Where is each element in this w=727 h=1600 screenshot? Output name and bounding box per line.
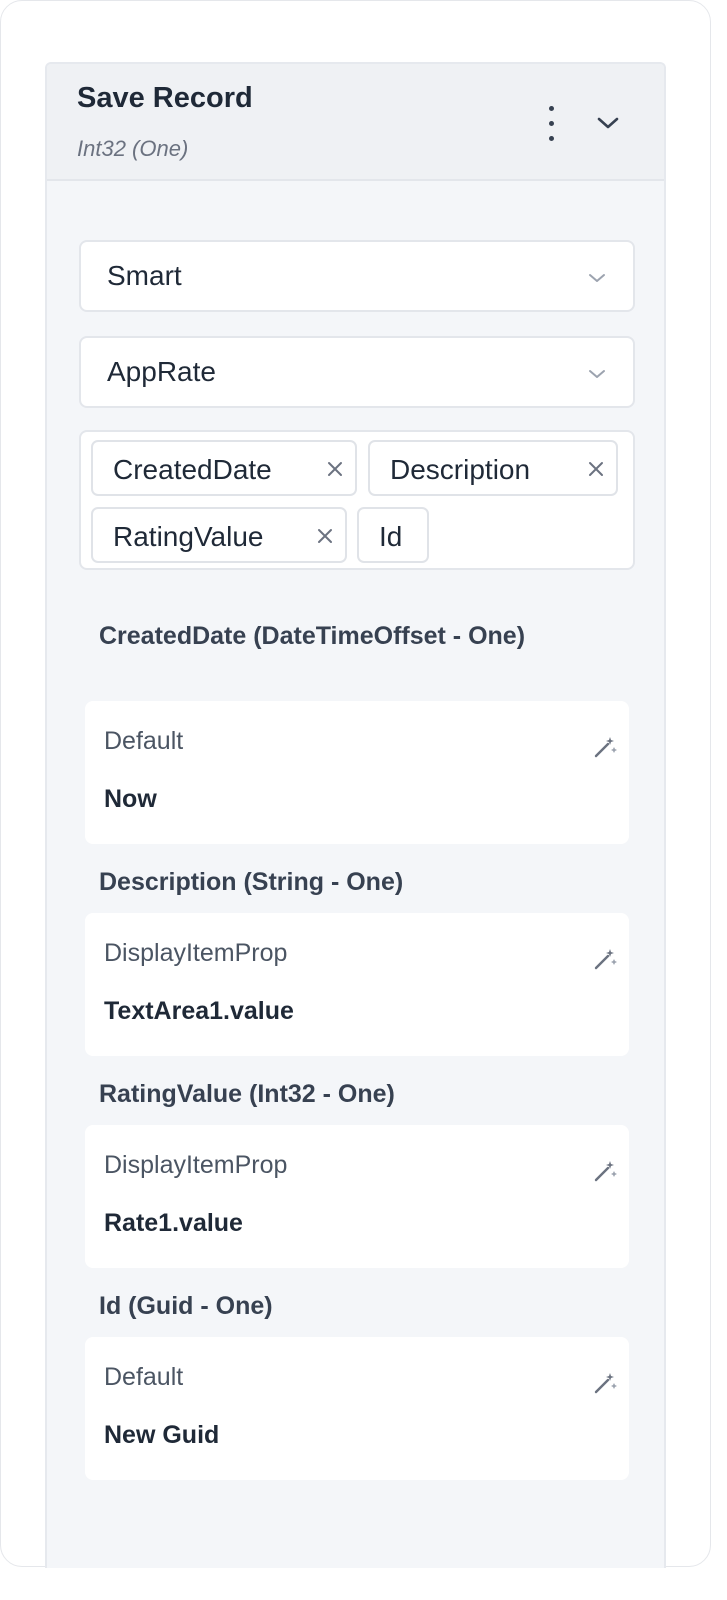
tag-createddate: CreatedDate [91,440,357,496]
mapping-label-ratingvalue: RatingValue (Int32 - One) [99,1080,395,1108]
mode-select-value: Smart [107,260,182,291]
mapping-label-description: Description (String - One) [99,868,404,896]
panel-title: Save Record [77,82,253,114]
mapping-mode: Default [104,727,184,755]
close-icon[interactable] [586,459,606,479]
magic-wand-icon[interactable] [591,945,619,973]
panel-subtitle: Int32 (One) [77,136,189,161]
mapping-mode: Default [104,1363,184,1391]
mapping-label-id: Id (Guid - One) [99,1292,273,1320]
mode-select[interactable]: Smart [79,240,635,312]
mapping-mode: DisplayItemProp [104,939,288,967]
tag-ratingvalue: RatingValue [91,507,347,563]
magic-wand-icon[interactable] [591,1369,619,1397]
tag-label: CreatedDate [113,454,272,485]
mapping-card-description[interactable]: DisplayItemProp TextArea1.value [85,913,629,1056]
chevron-down-icon [585,266,609,290]
tag-label: Description [390,454,531,485]
entity-select[interactable]: AppRate [79,336,635,408]
entity-select-value: AppRate [107,356,216,387]
magic-wand-icon[interactable] [591,733,619,761]
tag-description: Description [368,440,618,496]
mapping-value: TextArea1.value [104,997,294,1025]
magic-wand-icon[interactable] [591,1157,619,1185]
save-record-panel: Save Record Int32 (One) Smart AppRate Cr… [45,62,666,1568]
mapping-value: Rate1.value [104,1209,243,1237]
mapping-card-createddate[interactable]: Default Now [85,701,629,844]
mapping-value: New Guid [104,1421,220,1449]
mapping-label-createddate: CreatedDate (DateTimeOffset - One) [99,622,526,650]
close-icon[interactable] [315,526,335,546]
tag-label: RatingValue [113,521,264,552]
window-frame: Save Record Int32 (One) Smart AppRate Cr… [0,0,711,1568]
fields-multiselect[interactable]: CreatedDate Description RatingValue Id [79,430,635,570]
close-icon[interactable] [325,459,345,479]
panel-header: Save Record Int32 (One) [47,64,664,181]
collapse-chevron-down-icon[interactable] [593,108,623,138]
tag-id: Id [357,507,429,563]
chevron-down-icon [585,362,609,386]
mapping-mode: DisplayItemProp [104,1151,288,1179]
mapping-card-ratingvalue[interactable]: DisplayItemProp Rate1.value [85,1125,629,1268]
mapping-value: Now [104,785,157,813]
kebab-menu-icon[interactable] [541,104,561,144]
tag-label: Id [379,521,403,552]
mapping-card-id[interactable]: Default New Guid [85,1337,629,1480]
